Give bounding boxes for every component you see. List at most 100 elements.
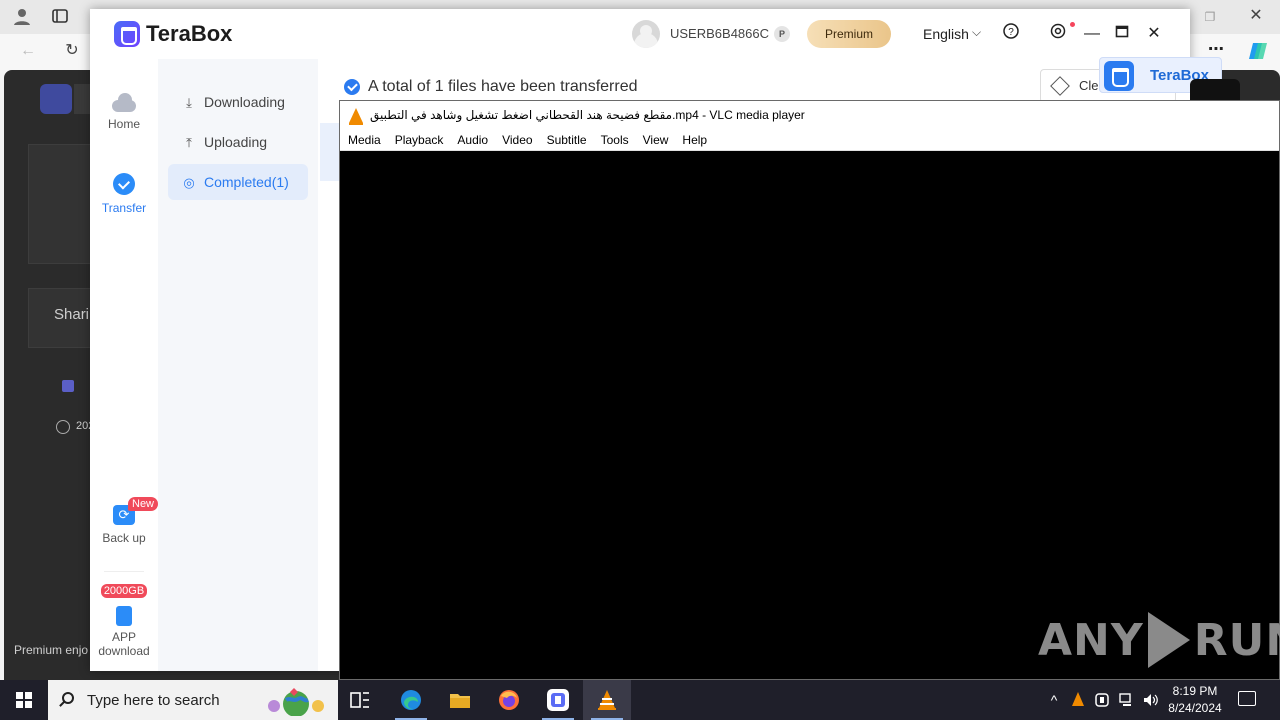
- clock-time: 8:19 PM: [1172, 684, 1218, 698]
- vlc-cone-icon: [349, 108, 363, 125]
- nav-rail: Home Transfer ⟳ New Back up 2000GB APP d…: [90, 59, 159, 671]
- rail-label-backup: Back up: [102, 531, 146, 545]
- taskbar: Type here to search ^ 8:19 PM 8/24/2024: [0, 680, 1280, 720]
- edge-taskbar-button[interactable]: [387, 680, 435, 720]
- storage-badge: 2000GB: [100, 584, 148, 598]
- profile-icon[interactable]: [10, 6, 34, 32]
- svg-text:?: ?: [1008, 27, 1014, 38]
- premium-button[interactable]: Premium: [807, 20, 891, 48]
- menu-view[interactable]: View: [643, 130, 683, 150]
- close-icon[interactable]: ✕: [1142, 22, 1166, 46]
- terabox-titlebar: TeraBox USERB6B4866C P Premium English ⌵…: [90, 9, 1190, 59]
- settings-icon[interactable]: [1046, 22, 1070, 46]
- play-icon: [1147, 612, 1190, 668]
- menu-video[interactable]: Video: [502, 130, 546, 150]
- rail-item-transfer[interactable]: Transfer: [90, 173, 158, 215]
- firefox-icon: [499, 690, 519, 710]
- tray-terabox-icon[interactable]: [1092, 680, 1112, 720]
- close-icon[interactable]: ✕: [1244, 6, 1268, 26]
- rail-item-app-download[interactable]: 2000GB APP download: [90, 583, 158, 658]
- chevron-down-icon[interactable]: ⌵: [972, 25, 981, 40]
- file-icon: [62, 380, 74, 392]
- rail-label-download: download: [98, 644, 150, 658]
- vlc-icon: [598, 690, 616, 710]
- task-view-button[interactable]: [336, 680, 384, 720]
- menu-playback[interactable]: Playback: [395, 130, 458, 150]
- menu-tools[interactable]: Tools: [601, 130, 643, 150]
- notification-center-icon[interactable]: [1238, 691, 1256, 706]
- background-window-fragment: [1190, 79, 1240, 101]
- search-placeholder: Type here to search: [87, 692, 220, 709]
- vlc-menu-bar: Media Playback Audio Video Subtitle Tool…: [340, 130, 1279, 151]
- rail-item-backup[interactable]: ⟳ New Back up: [90, 497, 159, 545]
- anyrun-watermark: ANY RUN: [1038, 608, 1280, 672]
- upload-icon: ⤒: [186, 135, 192, 150]
- back-arrow-icon[interactable]: ←: [16, 41, 40, 61]
- file-explorer-button[interactable]: [436, 680, 484, 720]
- volume-icon[interactable]: [1140, 680, 1162, 720]
- watermark-left: ANY: [1038, 614, 1144, 666]
- side-item-completed[interactable]: ◎ Completed(1): [168, 164, 308, 200]
- search-icon: [62, 692, 74, 704]
- menu-audio[interactable]: Audio: [457, 130, 502, 150]
- vlc-taskbar-button[interactable]: [583, 680, 631, 720]
- tray-overflow-icon[interactable]: ^: [1044, 680, 1064, 720]
- rail-divider: [104, 571, 144, 572]
- language-selector[interactable]: English: [923, 26, 969, 42]
- check-circle-icon: ◎: [183, 175, 195, 190]
- network-icon[interactable]: [1116, 680, 1138, 720]
- check-icon: [344, 79, 360, 95]
- copilot-icon[interactable]: [1246, 40, 1270, 68]
- vlc-window: مقطع فضيحة هند القحطاني اضغط تشغيل وشاهد…: [339, 100, 1280, 680]
- edge-icon: [401, 690, 421, 710]
- file-row-highlight[interactable]: [320, 123, 340, 181]
- page-text-shari: Shari: [54, 306, 90, 323]
- status-message: A total of 1 files have been transferred: [368, 78, 638, 95]
- app-name: TeraBox: [146, 21, 233, 46]
- rail-label-home: Home: [107, 117, 140, 131]
- tab-actions-icon[interactable]: [48, 7, 72, 31]
- terabox-taskbar-button[interactable]: [534, 680, 582, 720]
- vlc-titlebar: مقطع فضيحة هند القحطاني اضغط تشغيل وشاهد…: [340, 101, 1279, 130]
- clock-date: 8/24/2024: [1168, 701, 1222, 715]
- refresh-icon[interactable]: ↻: [60, 41, 84, 61]
- vlc-video-area[interactable]: [340, 152, 1279, 679]
- folder-icon: [450, 694, 470, 708]
- download-icon: ⤓: [186, 95, 192, 110]
- transfer-icon: [113, 173, 135, 195]
- side-label-downloading: Downloading: [204, 94, 285, 110]
- maximize-icon[interactable]: [1110, 22, 1134, 46]
- notification-dot: [1070, 22, 1075, 27]
- page-text-premium: Premium enjo: [14, 643, 89, 657]
- phone-icon: [116, 606, 132, 626]
- cloud-icon: [110, 91, 138, 113]
- avatar[interactable]: [632, 20, 660, 48]
- windows-icon: [16, 692, 32, 708]
- help-icon[interactable]: ?: [999, 22, 1023, 46]
- menu-media[interactable]: Media: [348, 130, 395, 150]
- side-item-downloading[interactable]: ⤓ Downloading: [168, 84, 308, 120]
- taskbar-search[interactable]: Type here to search: [48, 680, 338, 720]
- site-logo: [40, 84, 72, 114]
- minimize-icon[interactable]: —: [1080, 22, 1104, 46]
- menu-help[interactable]: Help: [682, 130, 721, 150]
- premium-p-badge: P: [774, 26, 790, 42]
- terabox-logo: TeraBox: [114, 21, 232, 47]
- side-item-uploading[interactable]: ⤒ Uploading: [168, 124, 308, 160]
- terabox-logo-icon: [1104, 61, 1134, 91]
- firefox-taskbar-button[interactable]: [485, 680, 533, 720]
- start-button[interactable]: [0, 680, 48, 720]
- menu-subtitle[interactable]: Subtitle: [547, 130, 601, 150]
- terabox-icon: [547, 689, 569, 711]
- username[interactable]: USERB6B4866C: [670, 26, 769, 41]
- restore-icon[interactable]: ❐: [1198, 7, 1222, 27]
- new-badge: New: [128, 497, 159, 511]
- rail-label-transfer: Transfer: [101, 201, 147, 215]
- side-label-uploading: Uploading: [204, 134, 268, 150]
- rail-item-home[interactable]: Home: [90, 91, 158, 131]
- taskbar-clock[interactable]: 8:19 PM 8/24/2024: [1160, 683, 1230, 717]
- vlc-window-title: مقطع فضيحة هند القحطاني اضغط تشغيل وشاهد…: [370, 108, 805, 122]
- side-label-completed: Completed(1): [204, 174, 289, 190]
- tray-vlc-icon[interactable]: [1068, 680, 1088, 720]
- watermark-right: RUN: [1193, 614, 1280, 666]
